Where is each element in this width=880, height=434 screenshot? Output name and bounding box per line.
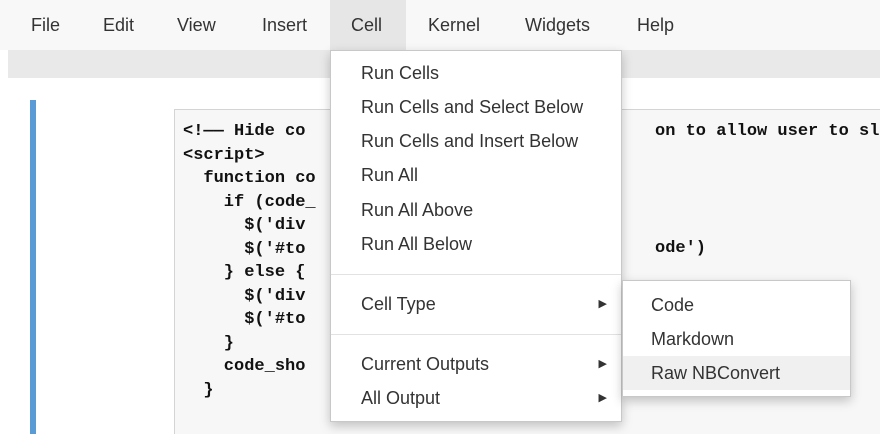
menu-run-all-above[interactable]: Run All Above — [331, 193, 621, 227]
code-line: $('div — [183, 286, 306, 306]
menu-cell-type-label: Cell Type — [361, 294, 436, 314]
code-line: $('div — [183, 216, 306, 235]
menu-cell-type[interactable]: Cell Type ▶ — [331, 287, 621, 321]
code-fragment: ode') — [655, 239, 707, 258]
menu-help[interactable]: Help — [620, 0, 691, 50]
menu-current-outputs[interactable]: Current Outputs ▶ — [331, 347, 621, 381]
code-text: <!—— Hide co <script> function co if (cod… — [183, 120, 316, 402]
menu-run-cells-select-below[interactable]: Run Cells and Select Below — [331, 90, 621, 124]
menu-run-all[interactable]: Run All — [331, 158, 621, 192]
menu-edit[interactable]: Edit — [86, 0, 151, 50]
cell-selected-indicator — [30, 100, 36, 434]
code-line: <script> — [183, 145, 265, 165]
code-line: function co — [183, 169, 316, 188]
cell-menu-dropdown: Run Cells Run Cells and Select Below Run… — [330, 50, 622, 422]
menu-bar: File Edit View Insert Cell Kernel Widget… — [0, 0, 880, 50]
cell-type-submenu: Code Markdown Raw NBConvert — [622, 280, 851, 397]
code-line: $('#to — [183, 310, 306, 329]
code-line: <!—— Hide co — [183, 122, 306, 141]
code-line: } — [183, 333, 235, 353]
code-fragment: on to allow user to sl — [655, 122, 880, 141]
menu-run-all-below[interactable]: Run All Below — [331, 227, 621, 261]
submenu-raw-nbconvert[interactable]: Raw NBConvert — [623, 356, 850, 390]
menu-all-output-label: All Output — [361, 388, 441, 408]
submenu-markdown[interactable]: Markdown — [623, 322, 850, 356]
submenu-code[interactable]: Code — [623, 288, 850, 322]
code-line: code_sho — [183, 357, 306, 376]
code-line: if (code_ — [183, 192, 316, 212]
menu-divider — [331, 274, 621, 275]
menu-kernel[interactable]: Kernel — [411, 0, 497, 50]
menu-widgets[interactable]: Widgets — [508, 0, 607, 50]
menu-view[interactable]: View — [160, 0, 233, 50]
code-line: $('#to — [183, 239, 306, 259]
code-line: } else { — [183, 263, 306, 282]
menu-cell[interactable]: Cell — [330, 0, 406, 50]
caret-right-icon: ▶ — [598, 358, 607, 370]
menu-insert[interactable]: Insert — [245, 0, 324, 50]
code-line: } — [183, 380, 214, 400]
menu-all-output[interactable]: All Output ▶ — [331, 381, 621, 415]
caret-right-icon: ▶ — [598, 392, 607, 404]
caret-right-icon: ▶ — [598, 298, 607, 310]
menu-run-cells[interactable]: Run Cells — [331, 56, 621, 90]
menu-current-outputs-label: Current Outputs — [361, 354, 490, 374]
menu-divider — [331, 334, 621, 335]
menu-run-cells-insert-below[interactable]: Run Cells and Insert Below — [331, 124, 621, 158]
menu-file[interactable]: File — [14, 0, 77, 50]
